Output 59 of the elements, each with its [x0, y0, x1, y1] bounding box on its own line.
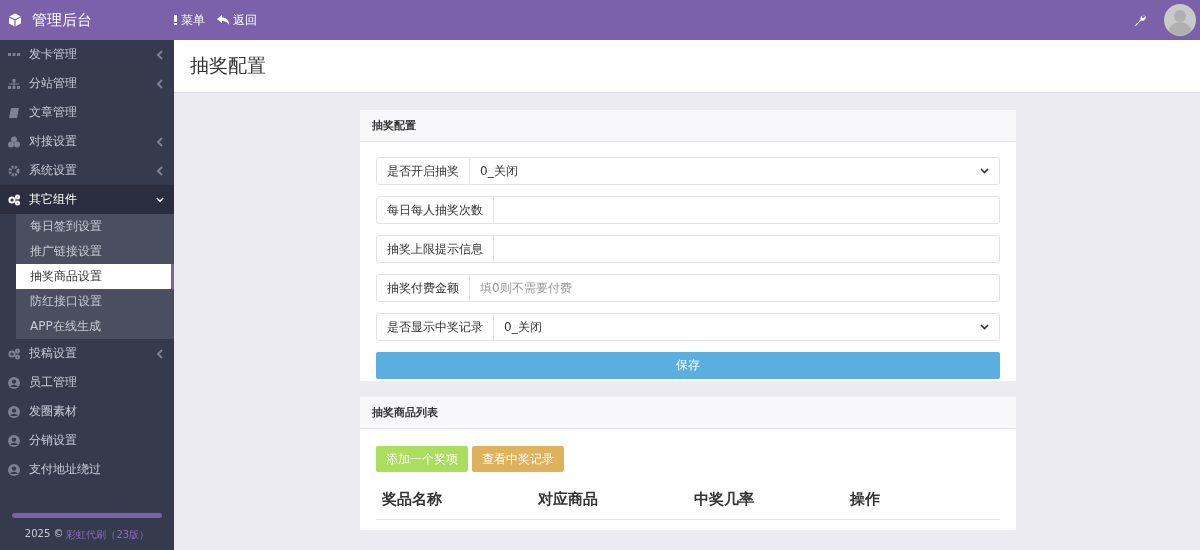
- field-label: 是否显示中奖记录: [376, 313, 494, 341]
- gears-icon: [8, 193, 20, 206]
- exclamation-icon: [174, 15, 177, 25]
- submenu-item[interactable]: 抽奖商品设置: [16, 264, 174, 289]
- sidebar-item[interactable]: 文章管理: [0, 98, 174, 127]
- input-field[interactable]: 填0则不需要付费: [470, 274, 1000, 302]
- sidebar-item[interactable]: 分站管理: [0, 69, 174, 98]
- book-icon: [8, 106, 20, 119]
- chevron-left-icon: [156, 348, 164, 359]
- column-header: 操作: [844, 480, 1000, 520]
- chevron-left-icon: [156, 49, 164, 60]
- caret-icon: [980, 168, 989, 174]
- cube-icon: [8, 13, 22, 27]
- field-label: 每日每人抽奖次数: [376, 196, 494, 224]
- cubes-icon: [8, 135, 20, 148]
- column-header: 奖品名称: [376, 480, 532, 520]
- copyright-text: 2025 ©: [24, 528, 64, 541]
- field-label: 抽奖付费金额: [376, 274, 470, 302]
- caret-icon: [980, 324, 989, 330]
- submenu-item[interactable]: 每日签到设置: [16, 214, 174, 239]
- wrench-icon[interactable]: [1134, 14, 1146, 26]
- submenu-item[interactable]: APP在线生成: [16, 314, 174, 339]
- submenu-item[interactable]: 防红接口设置: [16, 289, 174, 314]
- chevron-left-icon: [156, 78, 164, 89]
- sidebar-item[interactable]: 分销设置: [0, 426, 174, 455]
- reply-icon: [217, 15, 229, 25]
- field-label: 抽奖上限提示信息: [376, 235, 494, 263]
- sidebar-item[interactable]: 其它组件: [0, 185, 174, 214]
- column-header: 中奖几率: [688, 480, 844, 520]
- sidebar-item[interactable]: 投稿设置: [0, 339, 174, 368]
- chevron-left-icon: [156, 136, 164, 147]
- select-field[interactable]: 0_关闭: [494, 313, 1000, 341]
- user-icon: [8, 434, 20, 447]
- user-icon: [8, 405, 20, 418]
- sidebar-item[interactable]: 系统设置: [0, 156, 174, 185]
- avatar[interactable]: [1164, 4, 1196, 36]
- panel-title: 抽奖商品列表: [360, 397, 1016, 429]
- chevron-left-icon: [156, 165, 164, 176]
- sidebar-item[interactable]: 发圈素材: [0, 397, 174, 426]
- back-link[interactable]: 返回: [217, 11, 257, 29]
- sidebar-item[interactable]: 对接设置: [0, 127, 174, 156]
- input-field[interactable]: [494, 196, 1000, 224]
- sidebar-item[interactable]: 支付地址绕过: [0, 455, 174, 484]
- page-title: 抽奖配置: [174, 40, 1200, 93]
- sitemap-icon: [8, 77, 20, 90]
- user-icon: [8, 463, 20, 476]
- user-icon: [8, 376, 20, 389]
- menu-link[interactable]: 菜单: [174, 11, 205, 29]
- column-header: 对应商品: [532, 480, 688, 520]
- panel-title: 抽奖配置: [360, 110, 1016, 142]
- sidebar-item[interactable]: 发卡管理: [0, 40, 174, 69]
- sidebar-item[interactable]: 员工管理: [0, 368, 174, 397]
- submenu-item[interactable]: 推广链接设置: [16, 239, 174, 264]
- gears-icon: [8, 347, 20, 360]
- input-field[interactable]: [494, 235, 1000, 263]
- select-field[interactable]: 0_关闭: [470, 157, 1000, 185]
- brand-title: 管理后台: [32, 10, 92, 30]
- field-label: 是否开启抽奖: [376, 157, 470, 185]
- gear-icon: [8, 164, 20, 177]
